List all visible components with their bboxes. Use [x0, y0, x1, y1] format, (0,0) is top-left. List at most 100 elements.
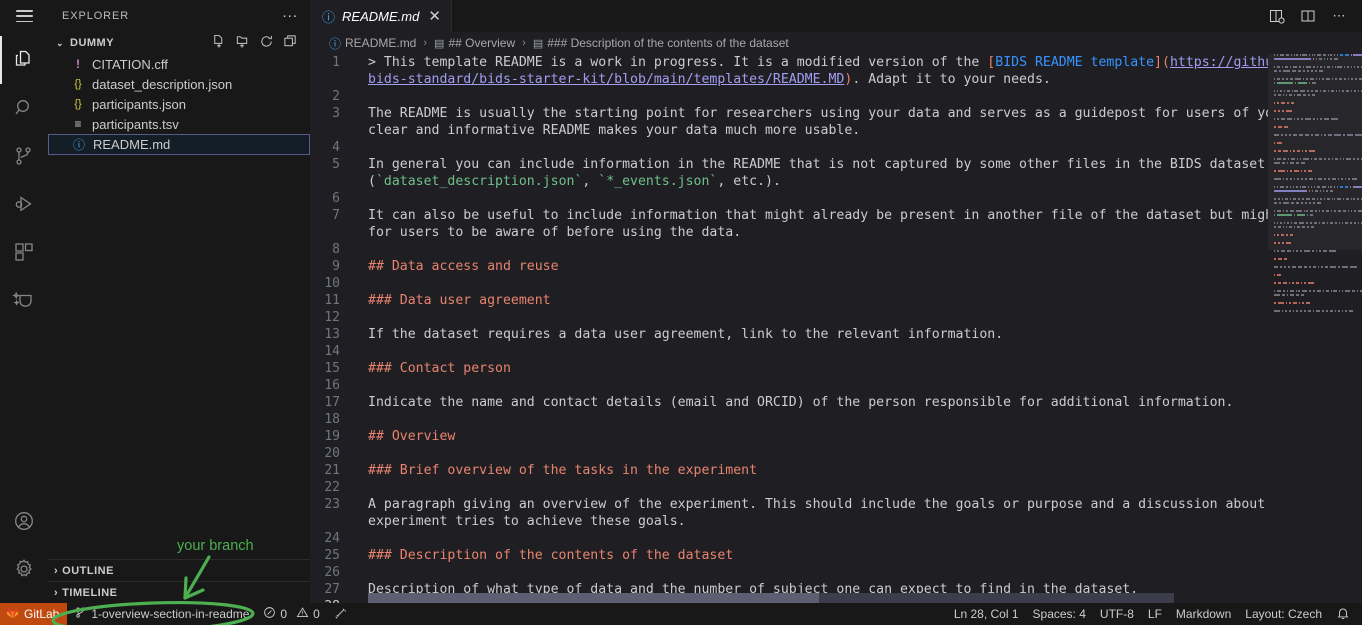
code-line[interactable]: 24: [310, 530, 1268, 547]
horizontal-scrollbar-thumb[interactable]: [368, 593, 820, 603]
sidebar-item-source-control[interactable]: [0, 132, 48, 180]
code-line[interactable]: 17 Indicate the name and contact details …: [310, 394, 1268, 411]
code-line[interactable]: 4: [310, 139, 1268, 156]
code-line[interactable]: clear and informative README makes your …: [310, 122, 1268, 139]
list-item-readme-selected[interactable]: ⓘ README.md: [48, 134, 310, 155]
code-line[interactable]: (`dataset_description.json`, `*_events.j…: [310, 173, 1268, 190]
status-item-language-mode[interactable]: Markdown: [1169, 603, 1238, 625]
minimap-segment: [1353, 222, 1357, 224]
list-item[interactable]: {} dataset_description.json: [48, 74, 310, 94]
new-folder-icon[interactable]: [235, 34, 250, 52]
horizontal-scrollbar[interactable]: [368, 593, 1174, 603]
outline-section-header[interactable]: › OUTLINE: [48, 559, 310, 581]
sidebar-item-search[interactable]: [0, 84, 48, 132]
minimap-segment: [1297, 118, 1299, 120]
minimap-segment: [1274, 66, 1276, 68]
list-item[interactable]: ≡ participants.tsv: [48, 114, 310, 134]
status-item-radon[interactable]: [327, 603, 355, 625]
minimap-segment: [1290, 290, 1294, 292]
explorer-more-actions-icon[interactable]: ...: [282, 5, 298, 23]
minimap-line: [1272, 98, 1362, 101]
minimap-segment: [1274, 234, 1275, 236]
code-token: The README is usually the starting point…: [368, 106, 1268, 121]
sidebar-item-run-and-debug[interactable]: [0, 180, 48, 228]
code-line[interactable]: 14: [310, 343, 1268, 360]
status-item-gitlab[interactable]: GitLab: [0, 603, 68, 625]
code-line[interactable]: 22: [310, 479, 1268, 496]
minimap-segment: [1357, 66, 1360, 68]
code-line[interactable]: 15 ### Contact person: [310, 360, 1268, 377]
code-line[interactable]: 3 The README is usually the starting poin…: [310, 105, 1268, 122]
app-menu-button[interactable]: [0, 0, 48, 32]
code-line[interactable]: for users to be aware of before using th…: [310, 224, 1268, 241]
split-editor-right-icon[interactable]: [1267, 6, 1287, 26]
list-item[interactable]: ! CITATION.cff: [48, 54, 310, 74]
minimap-segment: [1298, 82, 1307, 84]
sidebar-item-copilot[interactable]: [0, 276, 48, 324]
code-line[interactable]: experiment tries to achieve these goals.: [310, 513, 1268, 530]
code-line[interactable]: 2: [310, 88, 1268, 105]
code-scroll-area[interactable]: 1 > This template README is a work in pro…: [310, 54, 1268, 603]
code-line[interactable]: 23 A paragraph giving an overview of the …: [310, 496, 1268, 513]
code-line[interactable]: 7 It can also be useful to include inform…: [310, 207, 1268, 224]
code-line[interactable]: 16: [310, 377, 1268, 394]
minimap-segment: [1301, 202, 1303, 204]
line-number: 21: [324, 463, 340, 478]
code-line[interactable]: 26: [310, 564, 1268, 581]
timeline-section-header[interactable]: › TIMELINE: [48, 581, 310, 603]
line-number: 19: [324, 429, 340, 444]
minimap-line: [1272, 314, 1362, 317]
json-file-icon: {}: [74, 98, 82, 110]
toggle-layout-icon[interactable]: [1298, 6, 1318, 26]
minimap-line: [1272, 198, 1362, 201]
tab-readme-md[interactable]: ⓘ README.md ✕: [310, 0, 452, 32]
minimap-segment: [1282, 162, 1285, 164]
code-line[interactable]: 12: [310, 309, 1268, 326]
code-line[interactable]: 1 > This template README is a work in pro…: [310, 54, 1268, 71]
code-line[interactable]: 25 ### Description of the contents of the…: [310, 547, 1268, 564]
new-file-icon[interactable]: [211, 34, 226, 52]
sidebar-item-explorer[interactable]: [0, 36, 48, 84]
code-line[interactable]: 20: [310, 445, 1268, 462]
status-item-eol[interactable]: LF: [1141, 603, 1169, 625]
minimap-segment: [1274, 226, 1276, 228]
code-line[interactable]: bids-standard/bids-starter-kit/blob/main…: [310, 71, 1268, 88]
code-line[interactable]: 5 In general you can include information …: [310, 156, 1268, 173]
minimap-segment: [1274, 110, 1276, 112]
explorer-sidebar: ⌄ DUMMY ! CITATION.cff {} dataset_descri…: [48, 32, 310, 603]
status-item-keyboard-layout[interactable]: Layout: Czech: [1238, 603, 1329, 625]
status-item-problems[interactable]: 0 0: [256, 603, 326, 625]
folder-section-header[interactable]: ⌄ DUMMY: [48, 32, 310, 54]
breadcrumb-item-description[interactable]: ▤ ### Description of the contents of the…: [533, 36, 789, 50]
account-icon[interactable]: [0, 497, 48, 545]
minimap-segment: [1293, 198, 1297, 200]
code-line[interactable]: 11 ### Data user agreement: [310, 292, 1268, 309]
collapse-all-icon[interactable]: [283, 34, 298, 52]
list-item[interactable]: {} participants.json: [48, 94, 310, 114]
close-icon[interactable]: ✕: [428, 9, 441, 24]
sidebar-item-extensions[interactable]: [0, 228, 48, 276]
code-line[interactable]: 13 If the dataset requires a data user ag…: [310, 326, 1268, 343]
code-line[interactable]: 18: [310, 411, 1268, 428]
code-line[interactable]: 6: [310, 190, 1268, 207]
minimap-segment: [1311, 186, 1313, 188]
chevron-down-icon[interactable]: ⌄: [54, 38, 66, 49]
code-line[interactable]: 9 ## Data access and reuse: [310, 258, 1268, 275]
code-line[interactable]: 10: [310, 275, 1268, 292]
more-actions-icon[interactable]: ⋯: [1329, 6, 1349, 26]
minimap-segment: [1290, 54, 1292, 56]
refresh-icon[interactable]: [259, 34, 274, 52]
status-item-cursor-position[interactable]: Ln 28, Col 1: [947, 603, 1026, 625]
breadcrumb-item-overview[interactable]: ▤ ## Overview: [434, 36, 515, 50]
code-line[interactable]: 21 ### Brief overview of the tasks in the…: [310, 462, 1268, 479]
status-item-indentation[interactable]: Spaces: 4: [1026, 603, 1093, 625]
code-line[interactable]: 19 ## Overview: [310, 428, 1268, 445]
minimap[interactable]: [1268, 54, 1362, 603]
code-line[interactable]: 8: [310, 241, 1268, 258]
settings-gear-icon[interactable]: [0, 545, 48, 593]
status-item-notifications[interactable]: [1329, 603, 1362, 625]
breadcrumb-item-file[interactable]: ⓘ README.md: [329, 35, 416, 52]
status-item-branch[interactable]: 1-overview-section-in-readme: [67, 603, 256, 625]
status-item-encoding[interactable]: UTF-8: [1093, 603, 1141, 625]
code-lines[interactable]: 1 > This template README is a work in pro…: [310, 54, 1268, 603]
